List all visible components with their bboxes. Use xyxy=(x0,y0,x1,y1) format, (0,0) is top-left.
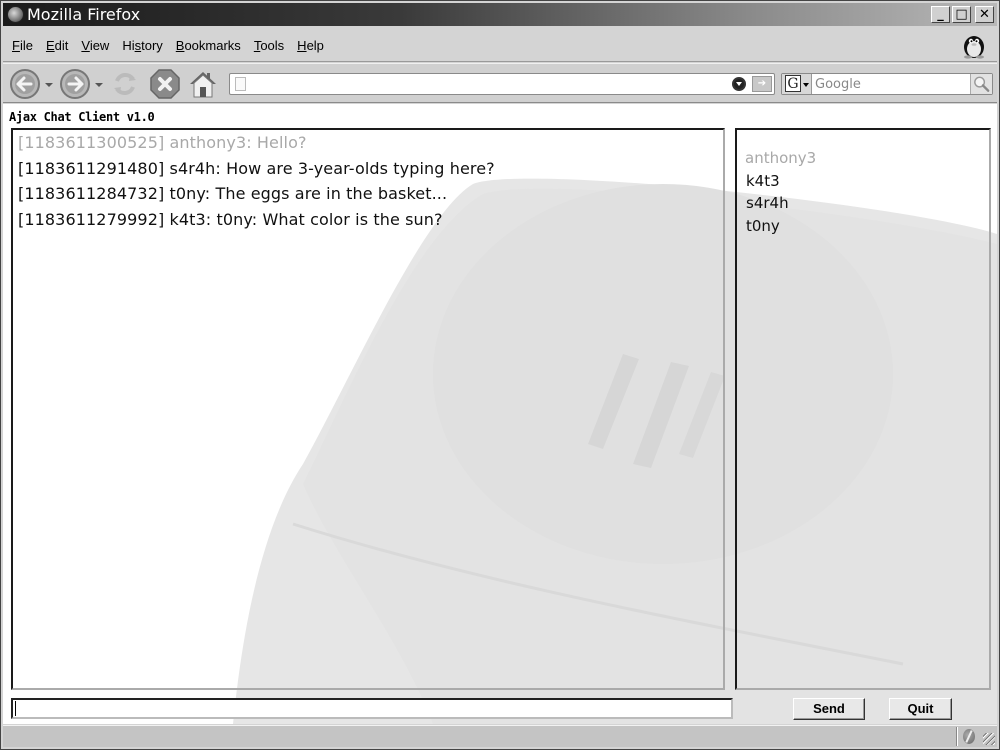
menu-edit[interactable]: Edit xyxy=(46,38,68,53)
url-input[interactable] xyxy=(252,75,732,93)
menu-bar: File Edit View History Bookmarks Tools Help xyxy=(3,28,997,62)
throbber-penguin-icon xyxy=(964,36,984,59)
user-list[interactable]: anthony3 k4t3 s4r4h t0ny xyxy=(735,128,991,690)
home-icon[interactable] xyxy=(187,68,219,100)
user-list-item[interactable]: s4r4h xyxy=(746,194,789,212)
title-bar[interactable]: Mozilla Firefox _ □ ✕ xyxy=(3,3,997,26)
menu-file[interactable]: File xyxy=(12,38,33,53)
chat-message: [1183611291480] s4r4h: How are 3-year-ol… xyxy=(18,158,495,178)
maximize-button[interactable]: □ xyxy=(952,6,971,23)
page-content: Ajax Chat Client v1.0 [1183611300525] an… xyxy=(3,104,997,724)
chat-message: [1183611279992] k4t3: t0ny: What color i… xyxy=(18,209,443,229)
minimize-button[interactable]: _ xyxy=(931,6,950,23)
chevron-down-icon xyxy=(803,83,809,87)
quit-button[interactable]: Quit xyxy=(889,698,952,720)
menu-items: File Edit View History Bookmarks Tools Help xyxy=(12,38,324,53)
accelerator-key: s xyxy=(134,38,142,53)
chat-message: [1183611284732] t0ny: The eggs are in th… xyxy=(18,184,448,203)
accelerator-key: T xyxy=(253,38,261,53)
navigation-toolbar: ➔ G xyxy=(3,63,997,103)
go-button[interactable]: ➔ xyxy=(752,76,772,92)
back-history-dropdown[interactable] xyxy=(45,83,53,87)
firefox-logo-icon xyxy=(7,6,24,23)
stop-icon[interactable] xyxy=(149,68,181,100)
send-button[interactable]: Send xyxy=(793,698,865,720)
search-engine-selector[interactable]: G xyxy=(782,74,812,94)
menu-bookmarks[interactable]: Bookmarks xyxy=(176,38,241,53)
user-list-item[interactable]: anthony3 xyxy=(745,149,816,167)
accelerator-key: B xyxy=(175,38,185,53)
menu-help[interactable]: Help xyxy=(297,38,324,53)
accelerator-key: V xyxy=(81,38,90,53)
menu-view[interactable]: View xyxy=(81,38,109,53)
browser-window: Mozilla Firefox _ □ ✕ File Edit View Histor… xyxy=(0,0,1000,750)
reload-icon[interactable] xyxy=(109,68,141,100)
status-divider xyxy=(956,727,957,746)
chat-log[interactable]: [1183611300525] anthony3: Hello? [1183611… xyxy=(11,128,725,690)
search-bar: G xyxy=(781,73,993,95)
site-feed-icon[interactable] xyxy=(732,77,746,91)
user-list-item[interactable]: k4t3 xyxy=(746,172,780,190)
page-icon xyxy=(235,77,246,91)
forward-icon[interactable] xyxy=(59,68,91,100)
accelerator-key: E xyxy=(45,38,55,53)
text-caret xyxy=(15,701,16,716)
menu-tools[interactable]: Tools xyxy=(254,38,284,53)
forward-history-dropdown[interactable] xyxy=(95,83,103,87)
accelerator-key: H xyxy=(297,38,307,53)
user-list-item[interactable]: t0ny xyxy=(746,217,780,235)
security-status-icon[interactable] xyxy=(963,729,975,744)
url-bar[interactable]: ➔ xyxy=(229,73,775,95)
menu-history[interactable]: History xyxy=(122,38,162,53)
search-input[interactable] xyxy=(815,74,965,94)
window-controls: _ □ ✕ xyxy=(931,6,994,23)
chat-message: [1183611300525] anthony3: Hello? xyxy=(18,133,307,152)
resize-grip-icon[interactable] xyxy=(983,733,995,745)
message-input[interactable] xyxy=(11,698,733,719)
google-engine-icon: G xyxy=(785,75,801,92)
app-title: Ajax Chat Client v1.0 xyxy=(9,110,155,124)
search-icon[interactable] xyxy=(970,74,992,94)
status-bar xyxy=(3,725,997,747)
back-icon[interactable] xyxy=(9,68,41,100)
close-button[interactable]: ✕ xyxy=(975,6,994,23)
accelerator-key: F xyxy=(12,38,20,53)
window-title: Mozilla Firefox xyxy=(27,5,141,24)
